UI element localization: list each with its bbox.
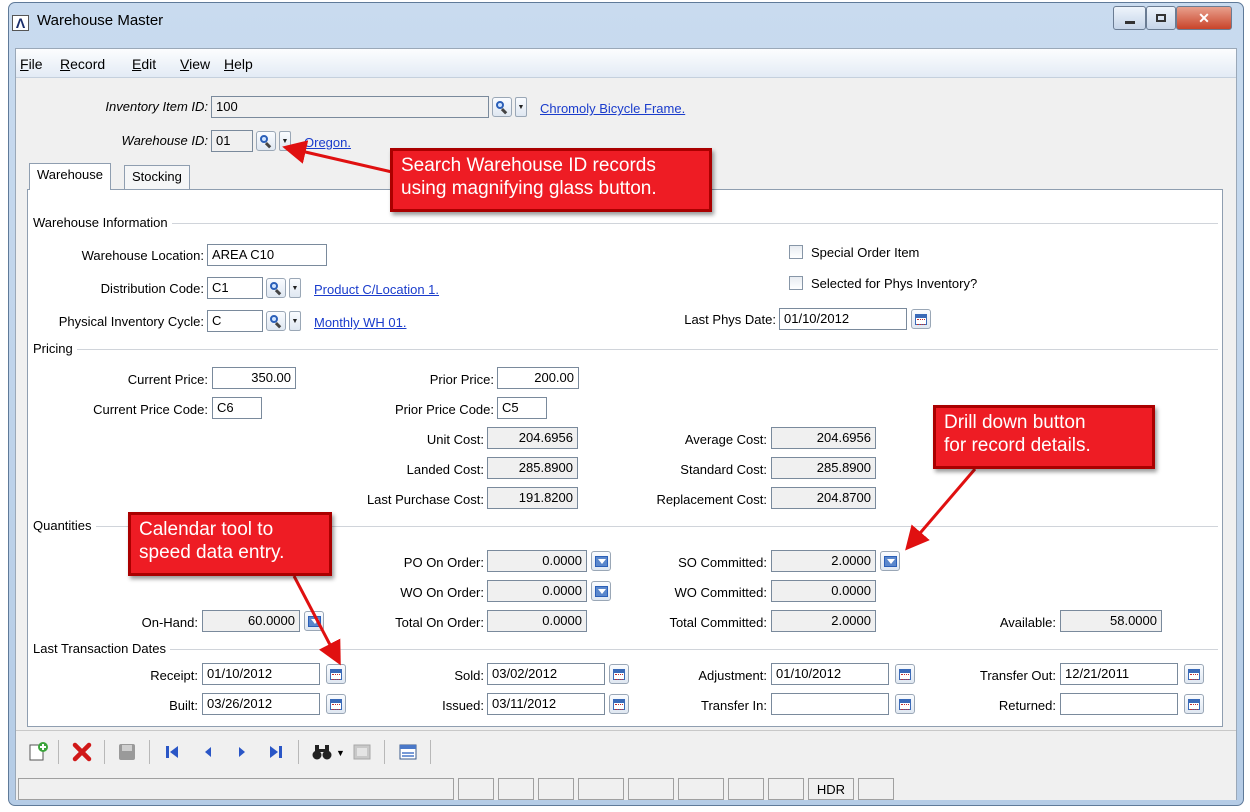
callout-search-line1: Search Warehouse ID records (401, 155, 656, 176)
callout-search: Search Warehouse ID records using magnif… (390, 148, 712, 212)
callout-drill-line1: Drill down button (944, 412, 1086, 433)
callout-calendar: Calendar tool to speed data entry. (128, 512, 332, 576)
callout-calendar-line2: speed data entry. (139, 542, 285, 563)
callout-drill-line2: for record details. (944, 435, 1091, 456)
callout-drill: Drill down button for record details. (933, 405, 1155, 469)
callout-calendar-line1: Calendar tool to (139, 519, 274, 540)
callout-search-line2: using magnifying glass button. (401, 178, 657, 199)
